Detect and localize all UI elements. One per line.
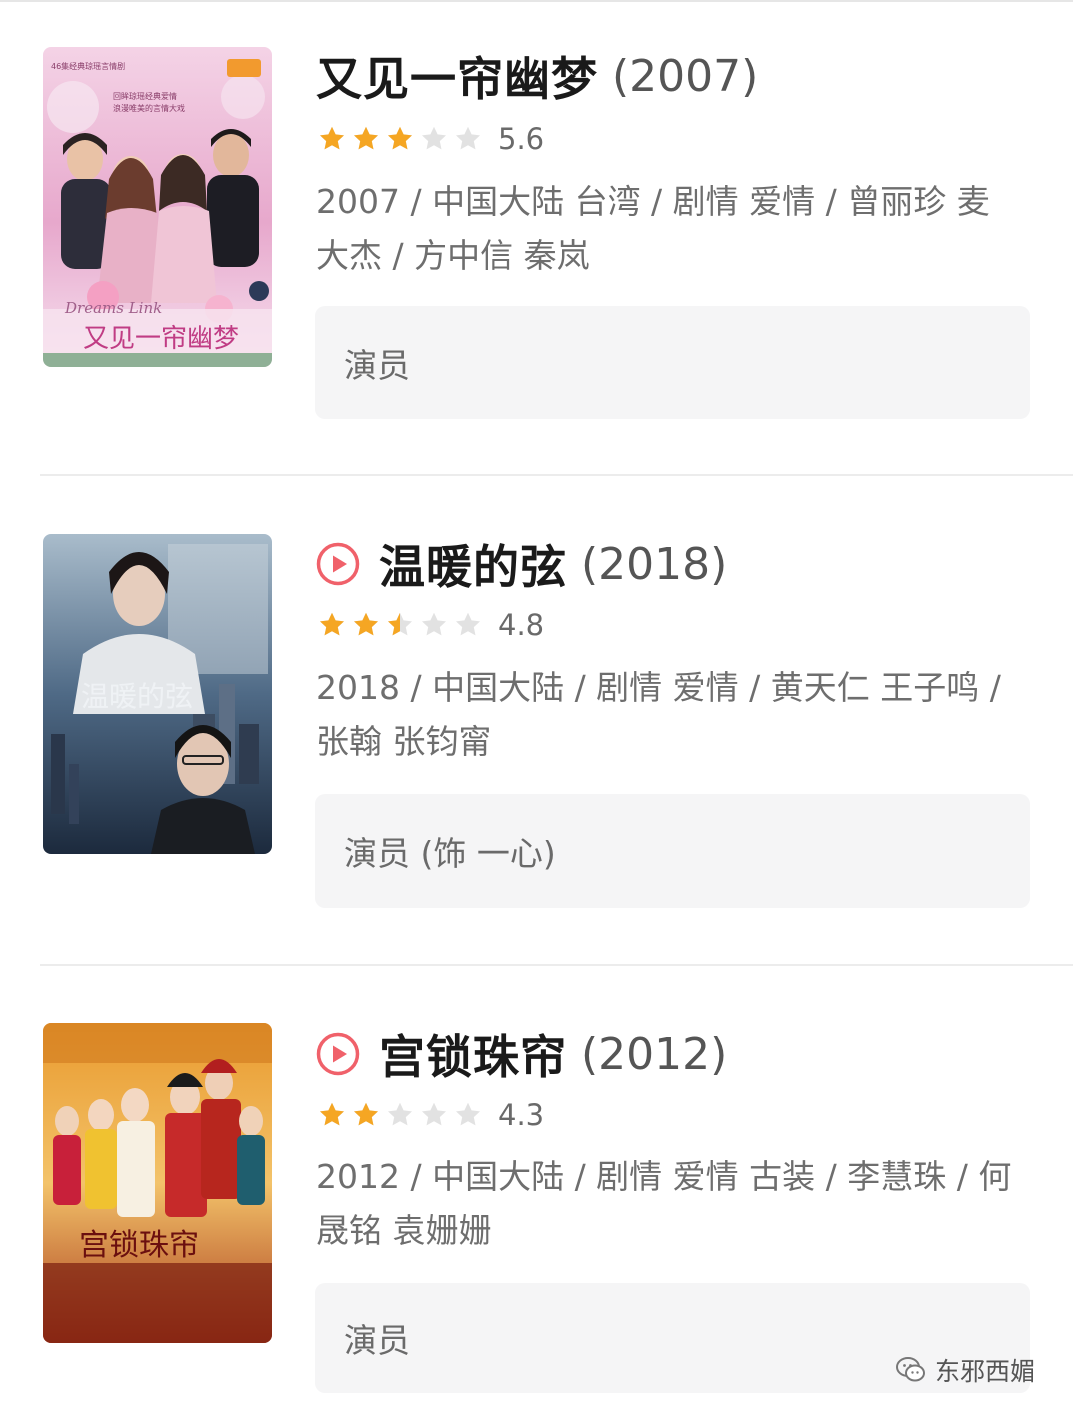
star-empty-icon xyxy=(422,1102,446,1126)
svg-text:46集经典琼瑶言情剧: 46集经典琼瑶言情剧 xyxy=(51,61,125,71)
star-empty-icon xyxy=(456,1102,480,1126)
item-meta: 2018 / 中国大陆 / 剧情 爱情 / 黄天仁 王子鸣 / 张翰 张钧甯 xyxy=(316,668,1001,761)
role-box: 演员 xyxy=(315,306,1030,419)
list-item[interactable]: 温暖的弦 温暖的弦 (2018) 4.8 2018 / 中国大陆 / 剧情 爱情… xyxy=(0,476,1073,966)
svg-text:又见一帘幽梦: 又见一帘幽梦 xyxy=(83,324,239,354)
item-meta: 2012 / 中国大陆 / 剧情 爱情 古装 / 李慧珠 / 何晟铭 袁姗姗 xyxy=(316,1157,1012,1250)
poster-image[interactable]: 宫锁珠帘 xyxy=(43,1023,272,1343)
role-label: 演员 (饰 一心) xyxy=(344,834,556,873)
star-filled-icon xyxy=(354,612,378,636)
rating-row: 5.6 xyxy=(318,121,544,157)
item-title[interactable]: 宫锁珠帘 xyxy=(379,1021,567,1087)
star-filled-icon xyxy=(354,126,378,150)
star-empty-icon xyxy=(422,612,446,636)
svg-text:温暖的弦: 温暖的弦 xyxy=(81,680,193,713)
star-empty-icon xyxy=(456,126,480,150)
wechat-icon xyxy=(896,1357,925,1382)
item-year: (2012) xyxy=(581,1028,728,1080)
item-year: (2018) xyxy=(581,538,728,590)
title-row[interactable]: 又见一帘幽梦 (2007) xyxy=(316,44,758,108)
star-half-icon xyxy=(388,612,412,636)
role-label: 演员 xyxy=(344,345,410,385)
item-year: (2007) xyxy=(612,50,759,102)
star-filled-icon xyxy=(320,612,344,636)
svg-text:Dreams Link: Dreams Link xyxy=(64,299,162,317)
rating-row: 4.8 xyxy=(318,607,544,643)
rating-score: 4.8 xyxy=(498,608,545,642)
role-label: 演员 xyxy=(344,1321,410,1360)
star-filled-icon xyxy=(320,126,344,150)
rating-score: 5.6 xyxy=(498,122,545,156)
svg-text:回眸琼瑶经典爱情: 回眸琼瑶经典爱情 xyxy=(113,91,177,101)
title-row[interactable]: 宫锁珠帘 (2012) xyxy=(316,1022,727,1086)
star-empty-icon xyxy=(456,612,480,636)
star-empty-icon xyxy=(388,1102,412,1126)
rating-row: 4.3 xyxy=(318,1097,544,1133)
svg-text:浪漫唯美的言情大戏: 浪漫唯美的言情大戏 xyxy=(113,103,185,113)
star-filled-icon xyxy=(320,1102,344,1126)
star-rating xyxy=(318,611,488,639)
watermark-text: 东邪西媚 xyxy=(935,1357,1036,1386)
play-icon[interactable] xyxy=(316,1032,360,1076)
item-title[interactable]: 又见一帘幽梦 xyxy=(316,43,598,109)
play-icon[interactable] xyxy=(316,542,360,586)
item-title[interactable]: 温暖的弦 xyxy=(379,531,567,597)
title-row[interactable]: 温暖的弦 (2018) xyxy=(316,532,727,596)
star-rating xyxy=(318,1101,488,1129)
list-item[interactable]: Dreams Link 又见一帘幽梦 46集经典琼瑶言情剧 回眸琼瑶经典爱情 浪… xyxy=(0,0,1073,476)
star-empty-icon xyxy=(422,126,446,150)
role-box: 演员 (饰 一心) xyxy=(315,794,1030,908)
star-rating xyxy=(318,125,488,153)
watermark: 东邪西媚 xyxy=(895,1352,1035,1388)
star-filled-icon xyxy=(354,1102,378,1126)
svg-text:宫锁珠帘: 宫锁珠帘 xyxy=(79,1228,199,1263)
star-filled-icon xyxy=(388,126,412,150)
item-meta: 2007 / 中国大陆 台湾 / 剧情 爱情 / 曾丽珍 麦大杰 / 方中信 秦… xyxy=(316,182,990,275)
rating-score: 4.3 xyxy=(498,1098,545,1132)
poster-image[interactable]: 温暖的弦 xyxy=(43,534,272,854)
poster-image[interactable]: Dreams Link 又见一帘幽梦 46集经典琼瑶言情剧 回眸琼瑶经典爱情 浪… xyxy=(43,47,272,367)
